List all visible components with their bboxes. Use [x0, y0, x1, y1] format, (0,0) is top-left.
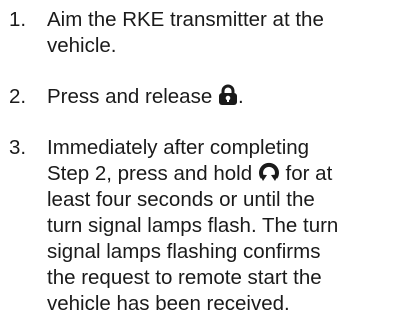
- step-line-part: for at: [285, 162, 333, 185]
- step-line: Step 2, press and hold for at: [47, 161, 392, 187]
- step-line: Immediately after completing: [47, 136, 310, 159]
- step-text: Aim the RKE transmitter at the vehicle.: [47, 7, 392, 59]
- step-line: signal lamps flashing confirms: [47, 240, 321, 263]
- lock-icon: [218, 84, 238, 106]
- step-line: Press and release: [47, 85, 213, 108]
- step-line: vehicle has been received.: [47, 292, 290, 315]
- step-line: least four seconds or until the: [47, 188, 315, 211]
- step-line: .: [237, 85, 244, 108]
- step-line: the request to remote start the: [47, 266, 322, 289]
- step-number: 1.: [9, 8, 27, 31]
- step-line: turn signal lamps flash. The turn: [47, 214, 339, 237]
- step-line: Aim the RKE transmitter at the: [47, 8, 324, 31]
- step-line-part: Step 2, press and hold: [47, 162, 253, 185]
- remote-start-icon: [258, 161, 280, 183]
- step-text: Press and release .: [47, 84, 392, 110]
- step-number: 2.: [9, 85, 27, 108]
- step-number: 3.: [9, 136, 27, 159]
- step-line: vehicle.: [47, 34, 117, 57]
- step-text: Immediately after completing Step 2, pre…: [47, 135, 392, 317]
